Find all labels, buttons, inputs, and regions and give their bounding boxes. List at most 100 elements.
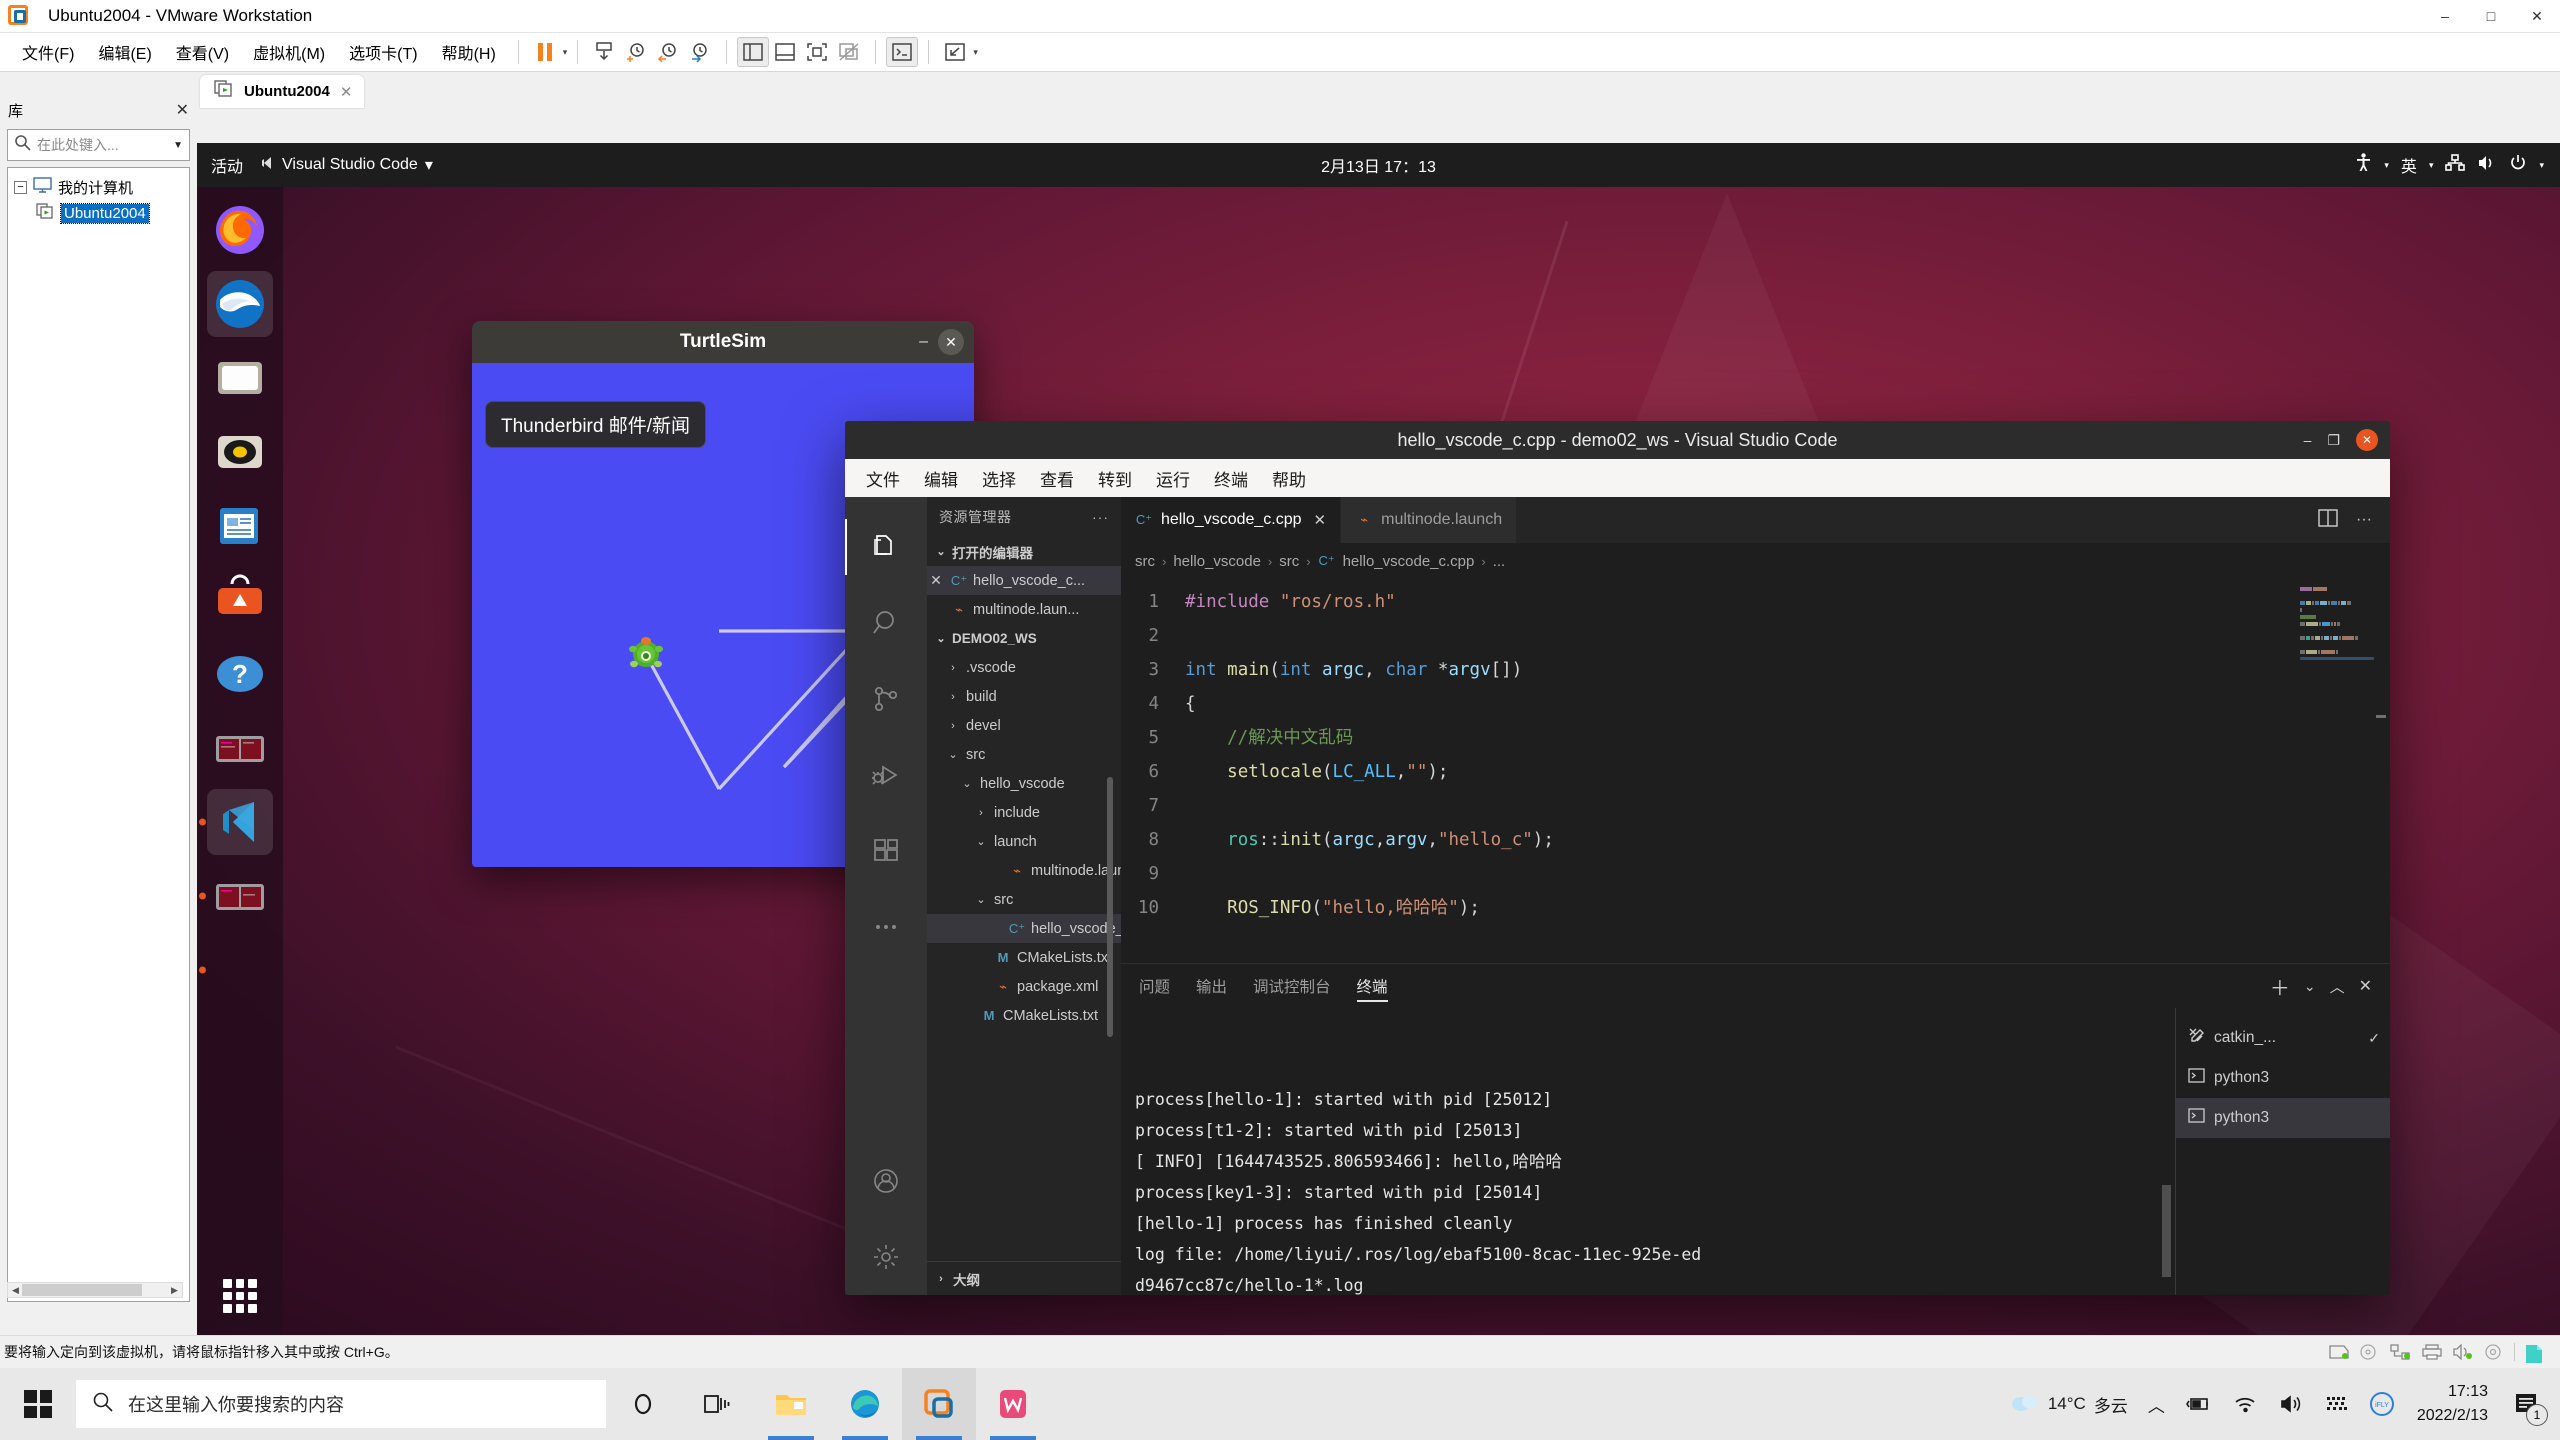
source-control-icon[interactable] [845,661,927,737]
cdrom-icon[interactable] [2359,1344,2381,1360]
run-debug-icon[interactable] [845,737,927,813]
ubuntu-clock[interactable]: 2月13日 17：13 [1321,153,1436,177]
chevron-down-icon[interactable]: ⌄ [973,835,989,848]
chevron-down-icon[interactable]: ⌄ [973,893,989,906]
vmware-maximize-button[interactable]: □ [2468,0,2514,33]
vscode-menu-go[interactable]: 转到 [1089,463,1141,494]
vmware-menu-tabs[interactable]: 选项卡(T) [337,36,429,68]
new-terminal-icon[interactable]: ＋ [2270,972,2290,1001]
dock-item-terminal-1[interactable] [207,715,273,781]
sidebar-scrollbar[interactable] [1107,777,1113,1037]
dock-item-files[interactable] [207,345,273,411]
tree-item[interactable]: › devel [927,711,1121,740]
accessibility-icon[interactable] [2355,153,2372,177]
activities-button[interactable]: 活动 [197,153,259,177]
battery-icon[interactable] [2175,1368,2223,1440]
breadcrumb-item[interactable]: src [1279,553,1299,570]
vscode-close-button[interactable]: ✕ [2356,429,2378,451]
tree-item[interactable]: ⌄ hello_vscode [927,769,1121,798]
breadcrumb-item[interactable]: ... [1493,553,1506,570]
tree-item[interactable]: › .vscode [927,653,1121,682]
snapshot-manager-icon[interactable] [684,37,716,67]
dock-item-vscode[interactable] [199,789,273,855]
scroll-thumb[interactable] [2376,715,2386,718]
chevron-right-icon[interactable]: › [945,691,961,703]
editor-scrollbar[interactable] [2374,579,2388,963]
scroll-right-icon[interactable]: ▶ [168,1284,181,1296]
vmware-menu-file[interactable]: 文件(F) [10,36,86,68]
breadcrumb-item[interactable]: src [1135,553,1155,570]
search-icon[interactable] [845,585,927,661]
chevron-right-icon[interactable]: › [945,662,961,674]
harddisk-icon[interactable] [2328,1344,2350,1360]
stretch-dropdown-icon[interactable]: ▾ [973,47,978,58]
suspend-button[interactable] [529,37,561,67]
account-icon[interactable] [845,1143,927,1219]
vmware-minimize-button[interactable]: – [2422,0,2468,33]
terminal-dropdown-icon[interactable]: ⌄ [2304,978,2316,995]
vscode-minimize-button[interactable]: – [2304,432,2312,448]
show-library-icon[interactable] [737,37,770,67]
volume-icon[interactable] [2477,154,2497,177]
code-editor[interactable]: 1 #include "ros/ros.h" 2 3 int main(int argc… [1121,579,2390,963]
console-view-icon[interactable] [886,37,919,67]
dock-item-ubuntu-software[interactable] [207,567,273,633]
terminal-item-python3-2[interactable]: python3 [2176,1098,2390,1138]
tree-item[interactable]: ⌁multinode.launch [927,856,1121,885]
tree-item[interactable]: ⌄ src [927,740,1121,769]
vmware-menu-view[interactable]: 查看(V) [164,36,241,68]
show-applications-icon[interactable] [223,1279,257,1313]
tree-item[interactable]: › build [927,682,1121,711]
extensions-icon[interactable] [845,813,927,889]
terminal-item-python3-1[interactable]: python3 [2176,1058,2390,1098]
taskbar-app-edge[interactable] [828,1368,902,1440]
take-snapshot-icon[interactable] [620,37,652,67]
wifi-icon[interactable] [2223,1368,2269,1440]
chevron-down-icon[interactable]: ⌄ [933,545,949,558]
chevron-down-icon[interactable]: ⌄ [945,748,961,761]
tree-item[interactable]: M CMakeLists.txt [927,1001,1121,1030]
ime-tray-icon[interactable] [2315,1368,2359,1440]
chevron-right-icon[interactable]: › [973,807,989,819]
library-tree-item-ubuntu2004[interactable]: Ubuntu2004 [8,200,189,226]
vmware-close-button[interactable]: ✕ [2514,0,2560,33]
unity-mode-icon[interactable] [833,37,865,67]
library-search-input[interactable]: 在此处键入... ▼ [7,129,190,161]
vmware-menu-vm[interactable]: 虚拟机(M) [241,36,337,68]
editor-minimap[interactable] [2300,587,2374,697]
chevron-down-icon[interactable]: ▼ [173,140,183,151]
dock-item-thunderbird[interactable] [207,271,273,337]
vscode-menu-terminal[interactable]: 终端 [1205,463,1257,494]
collapse-icon[interactable]: − [14,180,27,194]
usb-icon[interactable] [2483,1344,2505,1360]
vscode-maximize-button[interactable]: ❐ [2327,432,2340,449]
chevron-down-icon[interactable]: ▾ [2384,160,2389,171]
sound-card-icon[interactable] [2452,1343,2474,1361]
show-console-icon[interactable] [769,37,801,67]
close-panel-icon[interactable]: ✕ [2359,976,2372,996]
settings-gear-icon[interactable] [845,1219,927,1295]
chevron-down-icon[interactable]: ▾ [2539,160,2544,171]
vmware-menu-help[interactable]: 帮助(H) [430,36,508,68]
weather-widget[interactable]: 14°C 多云 [2000,1368,2138,1440]
terminal-scrollbar[interactable] [2162,1185,2171,1277]
panel-tab-output[interactable]: 输出 [1196,964,1227,1008]
power-snapshot-icon[interactable] [588,37,620,67]
vscode-menu-help[interactable]: 帮助 [1263,463,1315,494]
tree-item[interactable]: ⌄ src [927,885,1121,914]
dock-item-terminal-2[interactable] [199,863,273,929]
vscode-menu-view[interactable]: 查看 [1031,463,1083,494]
split-editor-icon[interactable] [2318,508,2338,532]
chevron-down-icon[interactable]: ▾ [425,155,433,175]
taskbar-search-input[interactable]: 在这里输入你要搜索的内容 [76,1380,606,1428]
chevron-down-icon[interactable]: ⌄ [933,632,949,645]
terminal-item-catkin[interactable]: catkin_... ✓ [2176,1018,2390,1058]
editor-more-icon[interactable]: ··· [2356,511,2372,529]
chevron-down-icon[interactable]: ⌄ [959,777,975,790]
tree-item[interactable]: › include [927,798,1121,827]
tree-item[interactable]: C⁺hello_vscode_c.c... [927,914,1121,943]
cortana-button[interactable] [606,1368,680,1440]
vscode-menu-file[interactable]: 文件 [857,463,909,494]
vscode-menu-edit[interactable]: 编辑 [915,463,967,494]
task-view-button[interactable] [680,1368,754,1440]
